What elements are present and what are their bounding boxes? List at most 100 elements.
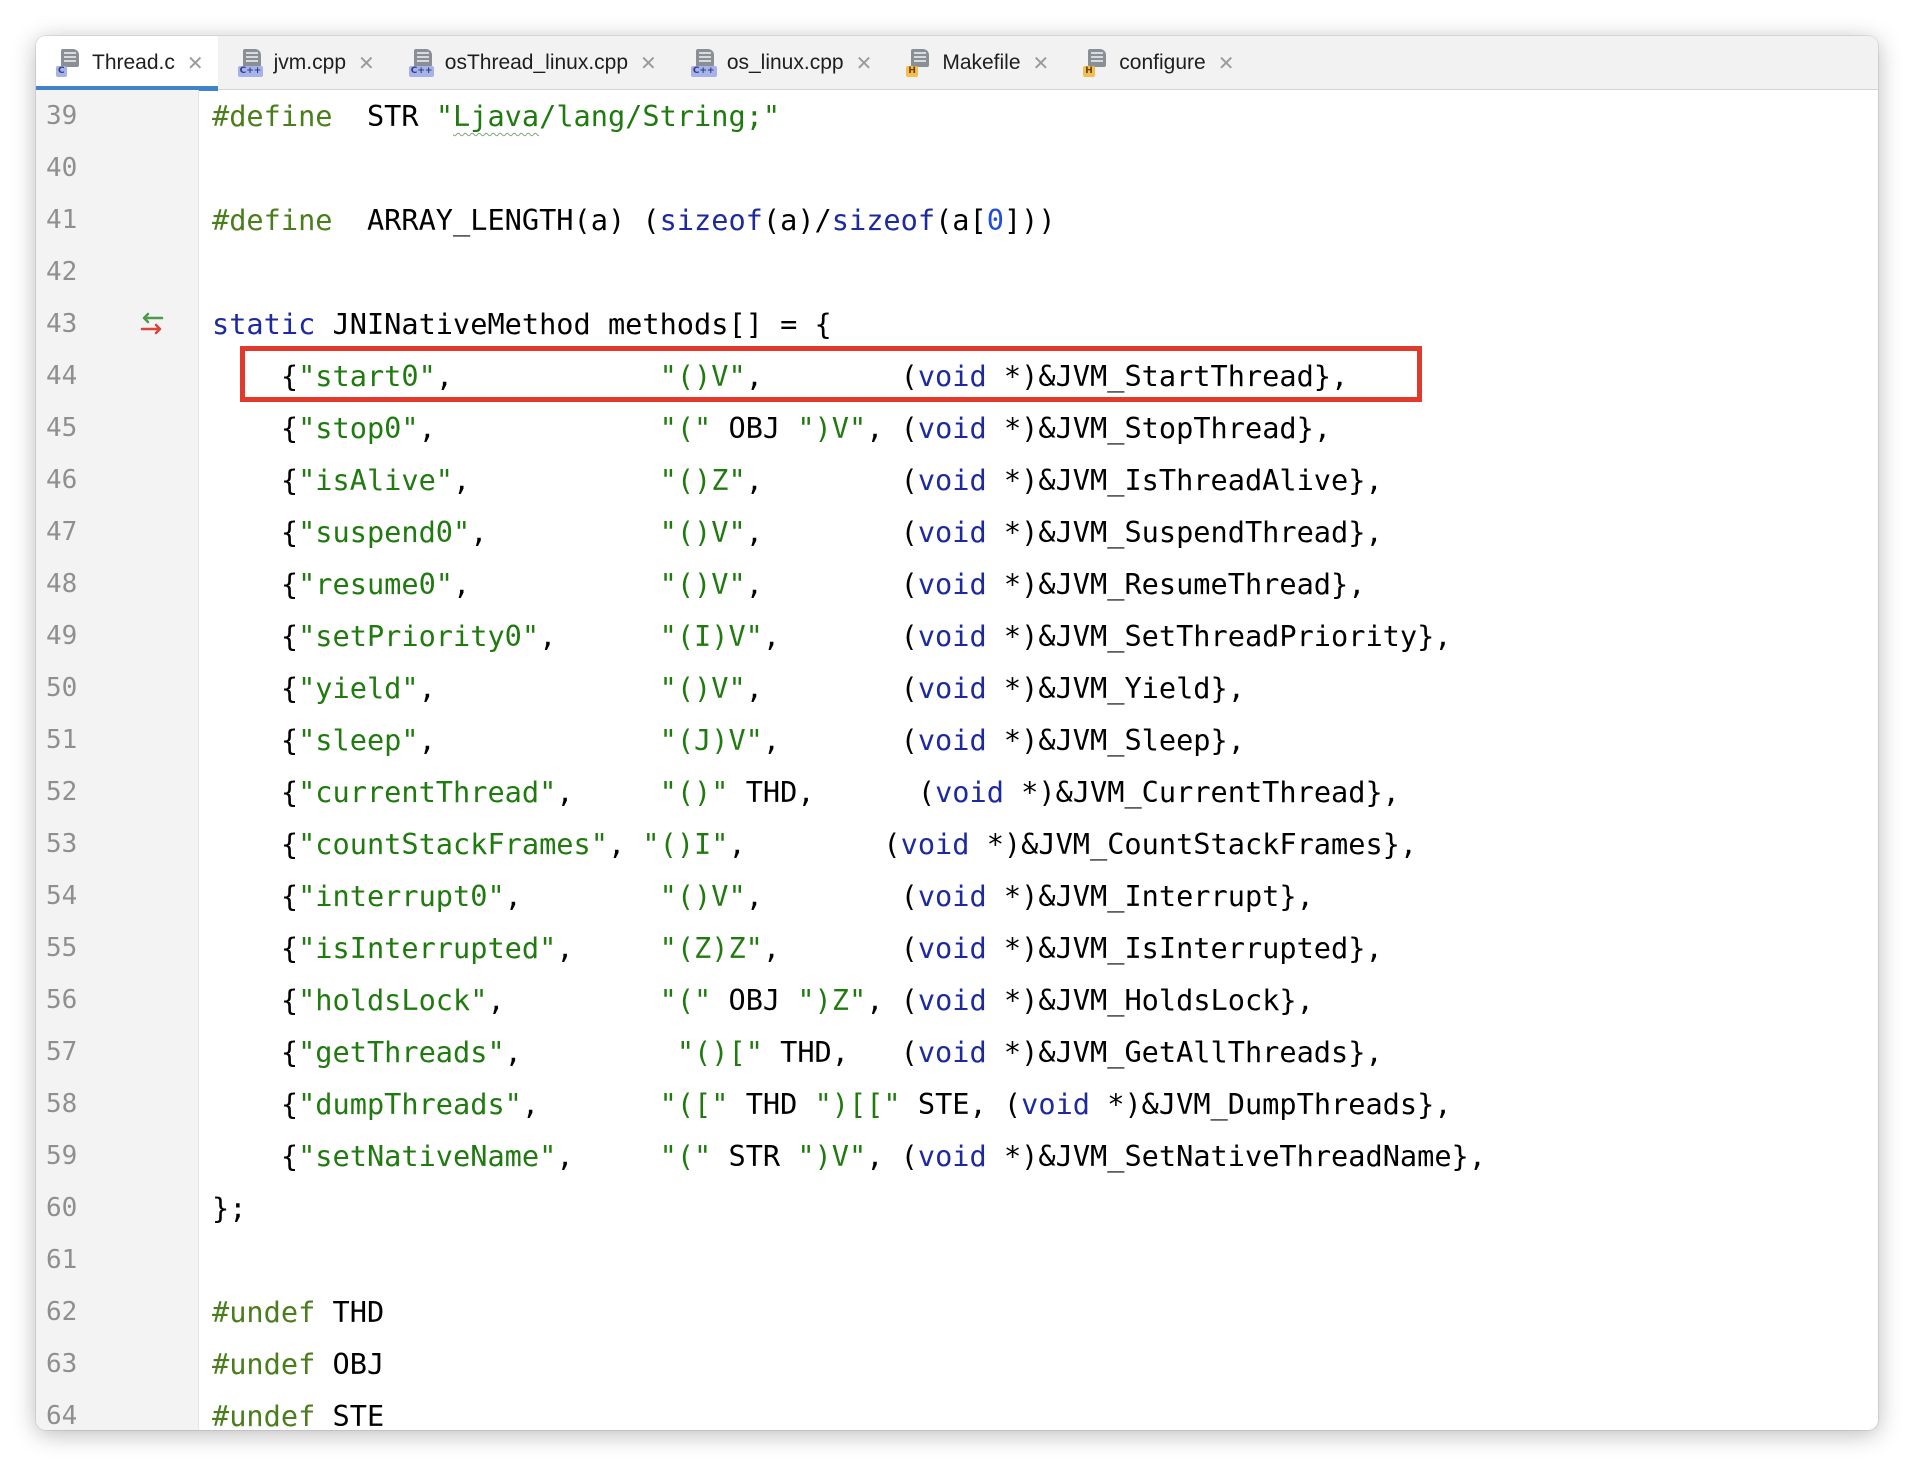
tab-os-linux-cpp[interactable]: C++ os_linux.cpp ✕ xyxy=(671,36,887,90)
token-str: "([" xyxy=(659,1087,729,1121)
code-text[interactable]: }; xyxy=(212,1182,246,1234)
token-str: "()" xyxy=(659,775,729,809)
line-number[interactable]: 55 xyxy=(46,922,106,974)
line-number[interactable]: 51 xyxy=(46,714,106,766)
line-number[interactable]: 47 xyxy=(46,506,106,558)
code-text[interactable]: {"getThreads", "()[" THD, (void *)&JVM_G… xyxy=(212,1026,1383,1078)
code-text[interactable]: {"isAlive", "()Z", (void *)&JVM_IsThread… xyxy=(212,454,1383,506)
token-pre: #undef xyxy=(212,1347,316,1381)
close-icon[interactable]: ✕ xyxy=(1218,51,1235,75)
line-number[interactable]: 64 xyxy=(46,1390,106,1430)
close-icon[interactable]: ✕ xyxy=(640,51,657,75)
token-plain: , ( xyxy=(866,983,918,1017)
code-line: 40 xyxy=(36,142,1878,194)
token-str: "interrupt0" xyxy=(298,879,505,913)
code-text[interactable]: #define STR "Ljava/lang/String;" xyxy=(212,90,780,142)
line-number[interactable]: 43 xyxy=(46,298,106,350)
code-text[interactable]: {"resume0", "()V", (void *)&JVM_ResumeTh… xyxy=(212,558,1366,610)
token-str: "countStackFrames" xyxy=(298,827,608,861)
token-plain: *)&JVM_Sleep}, xyxy=(986,723,1245,757)
token-plain: *)&JVM_SuspendThread}, xyxy=(986,515,1383,549)
token-plain: , ( xyxy=(762,723,918,757)
tab-thread-c[interactable]: C Thread.c ✕ xyxy=(36,36,218,91)
line-number[interactable]: 40 xyxy=(46,142,106,194)
line-number[interactable]: 44 xyxy=(46,350,106,402)
token-kw: void xyxy=(917,619,987,653)
line-number[interactable]: 46 xyxy=(46,454,106,506)
token-num: 0 xyxy=(986,203,1004,237)
code-text[interactable]: {"interrupt0", "()V", (void *)&JVM_Inter… xyxy=(212,870,1314,922)
token-kw: void xyxy=(917,515,987,549)
code-text[interactable]: {"yield", "()V", (void *)&JVM_Yield}, xyxy=(212,662,1245,714)
code-text[interactable]: {"setNativeName", "(" STR ")V", (void *)… xyxy=(212,1130,1486,1182)
token-str: "(" xyxy=(659,411,712,445)
code-text[interactable]: {"holdsLock", "(" OBJ ")Z", (void *)&JVM… xyxy=(212,974,1314,1026)
code-line: 57 {"getThreads", "()[" THD, (void *)&JV… xyxy=(36,1026,1878,1078)
code-text[interactable]: {"setPriority0", "(I)V", (void *)&JVM_Se… xyxy=(212,610,1452,662)
line-number[interactable]: 62 xyxy=(46,1286,106,1338)
token-str: "getThreads" xyxy=(298,1035,505,1069)
line-number[interactable]: 56 xyxy=(46,974,106,1026)
code-text[interactable]: {"suspend0", "()V", (void *)&JVM_Suspend… xyxy=(212,506,1383,558)
token-plain: { xyxy=(212,931,299,965)
tab-label: Makefile xyxy=(942,51,1021,74)
tab-configure[interactable]: Hconfigure ✕ xyxy=(1063,36,1248,90)
file-type-badge: C++ xyxy=(408,66,435,77)
line-number[interactable]: 41 xyxy=(46,194,106,246)
code-editor[interactable]: 39 #define STR "Ljava/lang/String;" 40 41 #d… xyxy=(36,90,1878,1430)
token-plain: , xyxy=(470,515,660,549)
code-text[interactable]: {"countStackFrames", "()I", (void *)&JVM… xyxy=(212,818,1417,870)
line-number[interactable]: 52 xyxy=(46,766,106,818)
line-number[interactable]: 45 xyxy=(46,402,106,454)
token-str: "suspend0" xyxy=(298,515,471,549)
code-text[interactable]: {"sleep", "(J)V", (void *)&JVM_Sleep}, xyxy=(212,714,1245,766)
code-text[interactable]: static JNINativeMethod methods[] = { xyxy=(212,298,832,350)
token-str: "(Z)Z" xyxy=(659,931,763,965)
tab-osthread-linux-cpp[interactable]: C++ osThread_linux.cpp ✕ xyxy=(389,36,671,90)
token-plain: { xyxy=(212,567,299,601)
token-plain: , xyxy=(556,1139,660,1173)
line-number[interactable]: 50 xyxy=(46,662,106,714)
code-text[interactable]: {"isInterrupted", "(Z)Z", (void *)&JVM_I… xyxy=(212,922,1383,974)
line-number[interactable]: 58 xyxy=(46,1078,106,1130)
code-text[interactable]: {"stop0", "(" OBJ ")V", (void *)&JVM_Sto… xyxy=(212,402,1331,454)
line-number[interactable]: 49 xyxy=(46,610,106,662)
code-text[interactable]: {"dumpThreads", "([" THD ")[[" STE, (voi… xyxy=(212,1078,1452,1130)
line-number[interactable]: 63 xyxy=(46,1338,106,1390)
line-number[interactable]: 54 xyxy=(46,870,106,922)
token-str: "sleep" xyxy=(298,723,419,757)
line-number[interactable]: 48 xyxy=(46,558,106,610)
token-plain: , ( xyxy=(745,567,918,601)
tab-makefile[interactable]: H Makefile ✕ xyxy=(886,36,1063,90)
token-plain: { xyxy=(212,1139,299,1173)
code-text[interactable]: {"currentThread", "()" THD, (void *)&JVM… xyxy=(212,766,1400,818)
line-number[interactable]: 42 xyxy=(46,246,106,298)
token-plain: { xyxy=(212,775,299,809)
close-icon[interactable]: ✕ xyxy=(856,51,873,75)
close-icon[interactable]: ✕ xyxy=(358,51,375,75)
token-plain: , ( xyxy=(866,1139,918,1173)
line-number[interactable]: 57 xyxy=(46,1026,106,1078)
code-line: 45 {"stop0", "(" OBJ ")V", (void *)&JVM_… xyxy=(36,402,1878,454)
code-text[interactable]: #define ARRAY_LENGTH(a) (sizeof(a)/sizeo… xyxy=(212,194,1056,246)
override-arrows-icon[interactable] xyxy=(136,311,168,337)
token-plain: *)&JVM_ResumeThread}, xyxy=(986,567,1366,601)
close-icon[interactable]: ✕ xyxy=(187,51,204,75)
code-text[interactable]: #undef THD xyxy=(212,1286,384,1338)
token-str: "isInterrupted" xyxy=(298,931,557,965)
line-number[interactable]: 39 xyxy=(46,90,106,142)
token-plain: , xyxy=(453,567,660,601)
tab-jvm-cpp[interactable]: C++ jvm.cpp ✕ xyxy=(218,36,389,90)
token-plain: { xyxy=(212,827,299,861)
token-str: "()[" xyxy=(676,1035,763,1069)
tab-label: configure xyxy=(1119,51,1206,74)
code-text[interactable]: #undef OBJ xyxy=(212,1338,384,1390)
code-text[interactable]: #undef STE xyxy=(212,1390,384,1430)
line-number[interactable]: 59 xyxy=(46,1130,106,1182)
token-kw: void xyxy=(917,723,987,757)
line-number[interactable]: 61 xyxy=(46,1234,106,1286)
line-number[interactable]: 53 xyxy=(46,818,106,870)
close-icon[interactable]: ✕ xyxy=(1033,51,1050,75)
line-number[interactable]: 60 xyxy=(46,1182,106,1234)
token-str: "()Z" xyxy=(659,463,746,497)
